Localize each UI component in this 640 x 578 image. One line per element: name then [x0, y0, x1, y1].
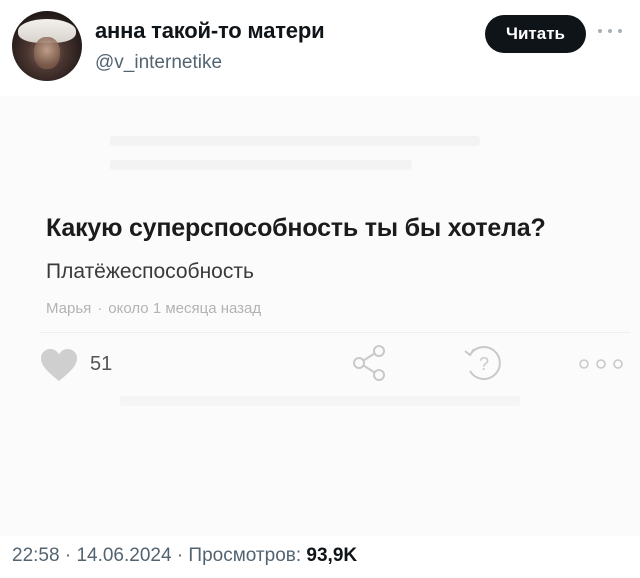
- faded-background-text: [110, 136, 530, 206]
- answer-author: Марья: [46, 300, 92, 317]
- svg-text:?: ?: [479, 354, 489, 374]
- tweet-footer: 22:58 · 14.06.2024 · Просмотров: 93,9K: [12, 545, 357, 567]
- more-dot: [608, 29, 612, 33]
- more-dot: [598, 29, 602, 33]
- like-count: 51: [90, 353, 113, 375]
- help-icon: ?: [464, 346, 501, 380]
- meta-separator: ·: [97, 300, 103, 317]
- tweet-date[interactable]: 14.06.2024: [76, 545, 171, 566]
- heart-icon: [41, 349, 77, 381]
- share-icon: [353, 345, 385, 381]
- question-text: Какую суперспособность ты бы хотела?: [46, 214, 546, 242]
- answer-text: Платёжеспособность: [46, 260, 254, 283]
- avatar-face-shape: [34, 37, 60, 69]
- tweet-card: анна такой-то матери @v_internetike Чита…: [0, 0, 640, 578]
- views-count: 93,9K: [306, 545, 358, 566]
- more-icon: [579, 359, 623, 369]
- author-name[interactable]: анна такой-то матери: [95, 18, 325, 44]
- divider: [40, 332, 630, 333]
- tweet-time[interactable]: 22:58: [12, 545, 60, 566]
- avatar[interactable]: [12, 11, 82, 81]
- answer-meta: Марья · около 1 месяца назад: [46, 300, 261, 317]
- follow-button[interactable]: Читать: [485, 15, 586, 53]
- views-label: Просмотров:: [188, 545, 302, 566]
- footer-separator: ·: [176, 545, 184, 566]
- embedded-screenshot[interactable]: Какую суперспособность ты бы хотела? Пла…: [0, 96, 640, 536]
- more-options-icon[interactable]: [598, 21, 622, 41]
- author-handle[interactable]: @v_internetike: [95, 52, 222, 74]
- answer-time: около 1 месяца назад: [108, 300, 262, 317]
- faded-background-text: [120, 396, 520, 406]
- footer-separator: ·: [64, 545, 72, 566]
- more-dot: [618, 29, 622, 33]
